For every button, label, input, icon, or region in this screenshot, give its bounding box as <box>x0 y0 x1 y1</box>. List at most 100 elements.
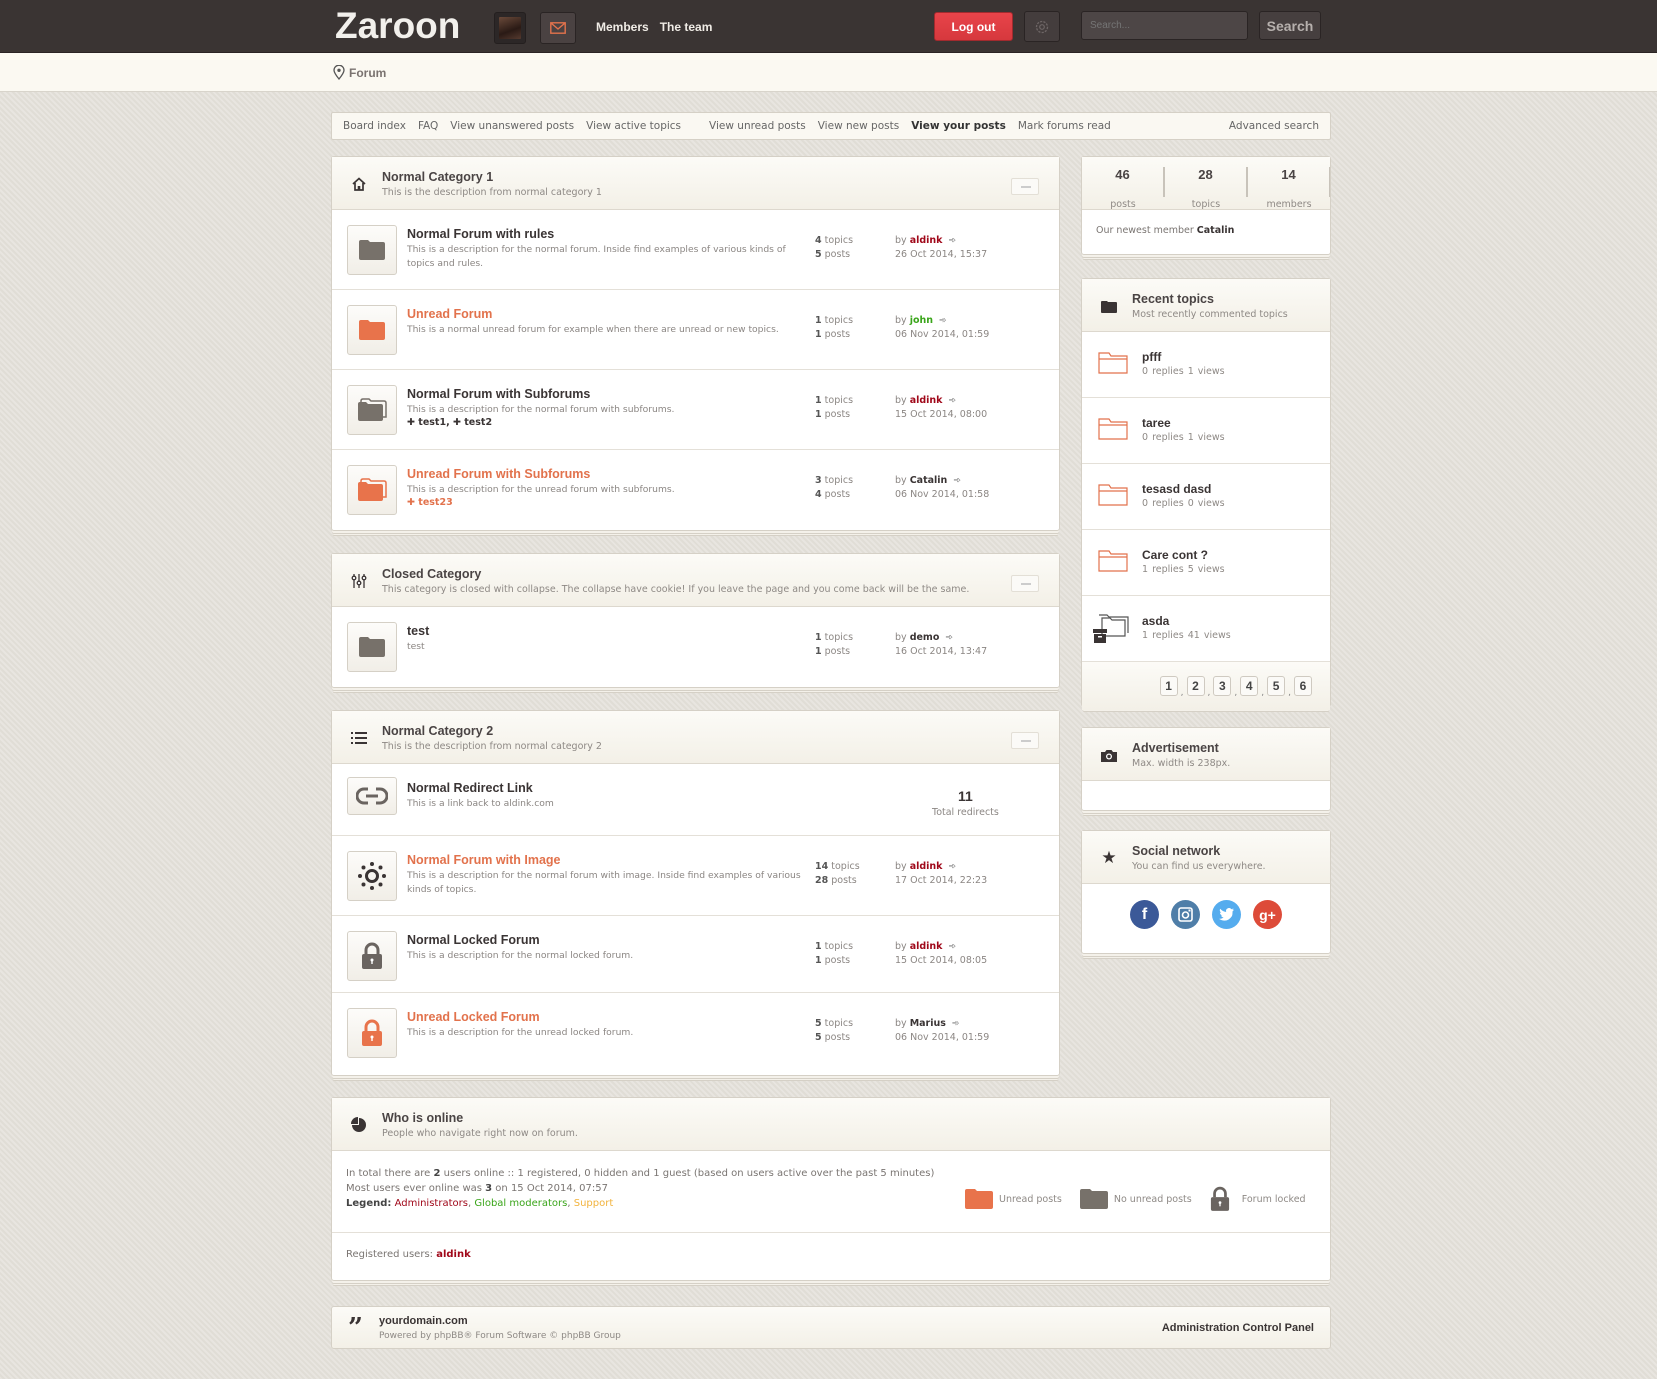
subforum-list: ✚ test23 <box>407 497 453 508</box>
goto-last-post-icon[interactable]: ➾ <box>953 474 961 488</box>
goto-last-post-icon[interactable]: ➾ <box>949 394 957 408</box>
subforum-link[interactable]: test2 <box>464 417 492 428</box>
recent-topic-title[interactable]: Care cont ? <box>1142 548 1208 562</box>
subforum-link[interactable]: test1 <box>418 417 446 428</box>
page-button[interactable]: 3 <box>1213 676 1232 696</box>
last-poster[interactable]: aldink <box>910 395 943 406</box>
last-poster[interactable]: demo <box>910 632 940 643</box>
last-poster[interactable]: john <box>910 315 933 326</box>
recent-topic[interactable]: tesasd dasd 0 replies 0 views <box>1082 464 1330 530</box>
search-input[interactable] <box>1081 11 1248 40</box>
recent-topic-title[interactable]: pfff <box>1142 350 1161 364</box>
link-new-posts[interactable]: View new posts <box>818 120 899 132</box>
last-poster[interactable]: Marius <box>910 1018 946 1029</box>
user-avatar[interactable] <box>494 12 526 44</box>
goto-last-post-icon[interactable]: ➾ <box>949 234 957 248</box>
recent-topic-title[interactable]: taree <box>1142 416 1171 430</box>
recent-topic[interactable]: pfff 0 replies 1 views <box>1082 332 1330 398</box>
link-icon <box>356 787 388 805</box>
link-active-topics[interactable]: View active topics <box>586 120 681 132</box>
forum-stats: 3 topics 4 posts <box>815 474 853 502</box>
facebook-icon[interactable]: f <box>1130 900 1159 929</box>
last-poster[interactable]: aldink <box>910 941 943 952</box>
link-mark-read[interactable]: Mark forums read <box>1018 120 1111 132</box>
topics-count: 1 <box>815 632 822 643</box>
recent-topic[interactable]: taree 0 replies 1 views <box>1082 398 1330 464</box>
topics-label: topics <box>824 395 854 406</box>
site-logo[interactable]: Zaroon <box>335 5 460 47</box>
forum-title[interactable]: Normal Locked Forum <box>407 933 540 947</box>
link-board-index[interactable]: Board index <box>343 120 406 132</box>
posts-count: 1 <box>815 955 822 966</box>
legend-support[interactable]: Support <box>574 1198 614 1209</box>
category-title[interactable]: Normal Category 2 <box>382 724 493 738</box>
collapse-button[interactable] <box>1011 178 1039 195</box>
last-post-date: 15 Oct 2014, 08:05 <box>895 955 988 966</box>
legend-global-moderators[interactable]: Global moderators <box>474 1198 567 1209</box>
logout-button[interactable]: Log out <box>934 12 1013 41</box>
topic-folder-icon <box>1098 484 1128 506</box>
forum-title[interactable]: Normal Forum with Subforums <box>407 387 590 401</box>
category-title[interactable]: Normal Category 1 <box>382 170 493 184</box>
nav-the-team[interactable]: The team <box>660 20 713 34</box>
category-title[interactable]: Closed Category <box>382 567 481 581</box>
stat-value: 14 <box>1248 167 1330 197</box>
last-poster[interactable]: aldink <box>910 235 943 246</box>
link-unanswered[interactable]: View unanswered posts <box>450 120 574 132</box>
google-plus-icon[interactable]: g+ <box>1253 900 1282 929</box>
collapse-button[interactable] <box>1011 575 1039 592</box>
goto-last-post-icon[interactable]: ➾ <box>949 940 957 954</box>
link-your-posts[interactable]: View your posts <box>911 120 1006 132</box>
goto-last-post-icon[interactable]: ➾ <box>949 860 957 874</box>
page-button[interactable]: 2 <box>1186 676 1205 696</box>
goto-last-post-icon[interactable]: ➾ <box>952 1017 960 1031</box>
forum-title[interactable]: Unread Locked Forum <box>407 1010 540 1024</box>
breadcrumb[interactable]: Forum <box>333 65 386 80</box>
acp-link[interactable]: Administration Control Panel <box>1162 1322 1314 1334</box>
instagram-icon[interactable] <box>1171 900 1200 929</box>
link-advanced-search[interactable]: Advanced search <box>1229 120 1319 132</box>
topics-label: topics <box>824 632 854 643</box>
footer-site[interactable]: yourdomain.com <box>379 1315 468 1327</box>
recent-topic-title[interactable]: asda <box>1142 614 1169 628</box>
forum-title[interactable]: Normal Redirect Link <box>407 781 533 795</box>
messages-button[interactable] <box>540 12 576 44</box>
page-button[interactable]: 1 <box>1159 676 1178 696</box>
recent-topic[interactable]: Care cont ? 1 replies 5 views <box>1082 530 1330 596</box>
forum-title[interactable]: test <box>407 624 429 638</box>
forum-stats: 1 topics 1 posts <box>815 631 853 659</box>
forum-stats: 1 topics 1 posts <box>815 940 853 968</box>
by-label: by <box>895 632 907 643</box>
forum-title[interactable]: Unread Forum <box>407 307 492 321</box>
settings-button[interactable] <box>1024 11 1060 42</box>
search-button[interactable]: Search <box>1259 11 1321 40</box>
link-faq[interactable]: FAQ <box>418 120 438 132</box>
newest-member-link[interactable]: Catalin <box>1197 225 1235 236</box>
twitter-icon[interactable] <box>1212 900 1241 929</box>
page-button[interactable]: 6 <box>1294 676 1312 696</box>
subforum-link[interactable]: test23 <box>418 497 452 508</box>
last-poster[interactable]: Catalin <box>910 475 948 486</box>
collapse-button[interactable] <box>1011 732 1039 749</box>
posts-label: posts <box>831 875 857 886</box>
nav-members[interactable]: Members <box>596 20 649 34</box>
last-post: by aldink ➾ 15 Oct 2014, 08:00 <box>895 394 987 422</box>
breadcrumb-forum[interactable]: Forum <box>349 66 386 80</box>
topics-count: 5 <box>815 1018 822 1029</box>
forum-title[interactable]: Normal Forum with Image <box>407 853 561 867</box>
goto-last-post-icon[interactable]: ➾ <box>939 314 947 328</box>
forum-title[interactable]: Unread Forum with Subforums <box>407 467 590 481</box>
page-button[interactable]: 5 <box>1267 676 1286 696</box>
forum-title[interactable]: Normal Forum with rules <box>407 227 554 241</box>
legend-administrators[interactable]: Administrators <box>395 1198 468 1209</box>
registered-user-link[interactable]: aldink <box>436 1249 471 1260</box>
recent-topic-title[interactable]: tesasd dasd <box>1142 482 1211 496</box>
link-unread-posts[interactable]: View unread posts <box>709 120 806 132</box>
page-button[interactable]: 4 <box>1240 676 1259 696</box>
topics-label: topics <box>824 235 854 246</box>
topics-label: topics <box>824 1018 854 1029</box>
recent-topic[interactable]: asda 1 replies 41 views <box>1082 596 1330 662</box>
last-poster[interactable]: aldink <box>910 861 943 872</box>
goto-last-post-icon[interactable]: ➾ <box>945 631 953 645</box>
unread-folder-icon <box>965 1189 993 1209</box>
